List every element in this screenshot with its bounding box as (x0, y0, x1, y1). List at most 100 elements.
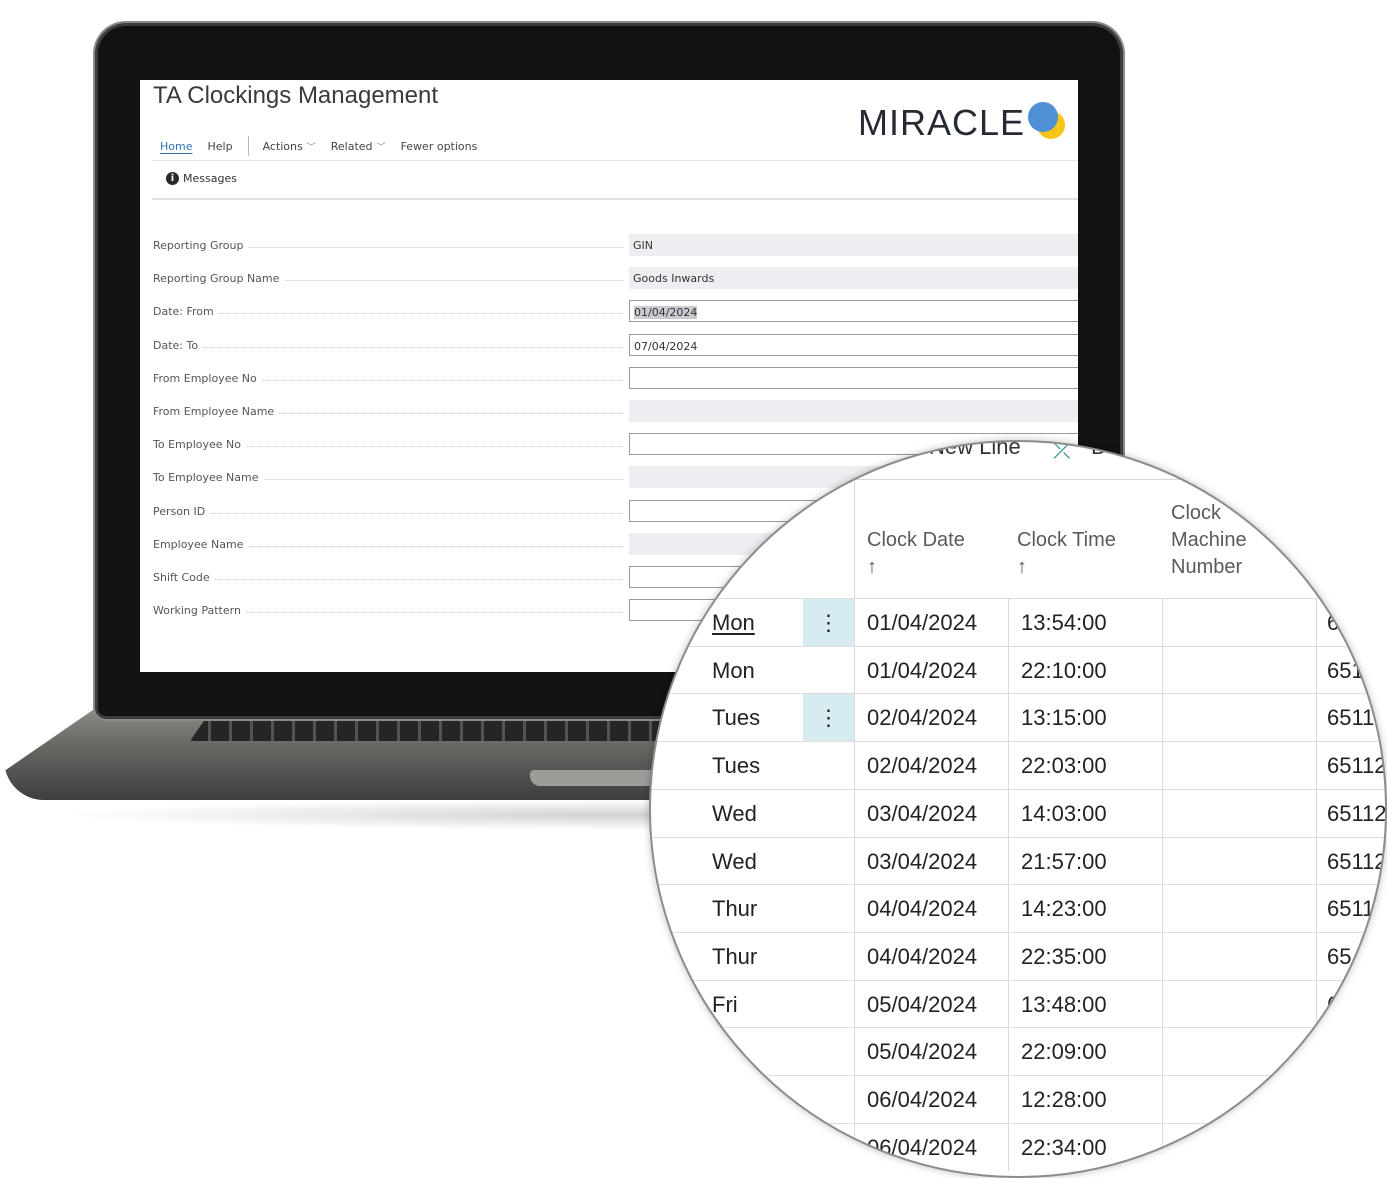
table-row[interactable]: Thur 04/04/2024 22:35:00 65 (651, 931, 1385, 981)
table-row[interactable]: Mon 01/04/2024 22:10:00 651 (651, 645, 1385, 695)
table-row[interactable]: Fri 05/04/2024 13:48:00 6 (651, 979, 1385, 1029)
field-label: To Employee Name (153, 471, 628, 485)
column-header-clock-machine-number[interactable]: Clock Machine Number (1162, 480, 1316, 598)
table-cell: 22:34:00 (1008, 1123, 1162, 1171)
field-label: Reporting Group (153, 239, 628, 252)
cell-time: 22:10:00 (1021, 657, 1107, 683)
cell-time: 14:03:00 (1021, 800, 1107, 826)
row-menu-cell[interactable]: ⋮ (803, 599, 854, 646)
field-value: 07/04/2024 (634, 339, 698, 353)
chevron-down-icon: ﹀ (306, 142, 316, 153)
row-menu-cell (803, 1124, 854, 1171)
table-cell (651, 1028, 803, 1075)
table-cell: 02/04/2024 (854, 742, 1008, 790)
tab-home[interactable]: Home (160, 140, 192, 153)
row-menu-cell (803, 1028, 854, 1075)
clock-machine-header-line2: Machine (1171, 529, 1247, 551)
table-cell (1162, 1076, 1316, 1123)
info-icon: i (166, 172, 179, 185)
table-cell (1162, 1123, 1316, 1171)
table-row[interactable]: Thur 04/04/2024 14:23:00 6511 (651, 884, 1385, 933)
sort-ascending-icon: ↑ (867, 556, 877, 578)
form-field-row: Reporting Group Name Goods Inwards (153, 265, 1078, 291)
cell-date: 05/04/2024 (867, 991, 978, 1017)
table-row[interactable]: Wed 03/04/2024 21:57:00 65112 (651, 836, 1385, 886)
row-menu-cell[interactable]: ⋮ (803, 694, 854, 742)
cell-employee: 65112 (1327, 753, 1387, 779)
clock-date-header-label: Clock Date (867, 529, 965, 551)
table-cell: Wed (651, 790, 803, 837)
field-label-text: Date: To (153, 338, 204, 352)
table-cell: 04/04/2024 (854, 885, 1008, 933)
field-label: Working Pattern (153, 604, 628, 618)
cell-time: 13:15:00 (1021, 705, 1107, 731)
table-row[interactable]: Mon ⋮ 01/04/2024 13:54:00 6 (651, 598, 1385, 647)
cell-day: Mon (712, 657, 755, 683)
table-row[interactable]: Wed 03/04/2024 14:03:00 65112 (651, 788, 1385, 838)
cell-day: Tues (712, 705, 761, 731)
related-menu[interactable]: Related ﹀ (331, 140, 386, 153)
table-cell: 12:28:00 (1008, 1076, 1162, 1123)
cell-date: 05/04/2024 (867, 1039, 978, 1065)
table-cell: Thur (651, 885, 803, 932)
cell-employee: 6 (1327, 991, 1340, 1017)
row-menu-cell (803, 1076, 854, 1123)
cell-date: 06/04/2024 (867, 1134, 978, 1160)
column-header-day[interactable]: y (651, 480, 803, 598)
table-cell: Fri (651, 981, 803, 1028)
column-header-clock-date[interactable]: Clock Date ↑ (854, 480, 1008, 598)
actions-menu[interactable]: Actions ﹀ (263, 140, 316, 153)
cell-date: 02/04/2024 (867, 705, 978, 731)
cell-time: 22:34:00 (1021, 1134, 1107, 1160)
field-label-text: Person ID (153, 504, 211, 518)
actions-menu-label: Actions (262, 139, 303, 153)
field-label-text: Reporting Group Name (153, 272, 285, 286)
cell-time: 22:09:00 (1021, 1039, 1107, 1065)
field-input[interactable]: 01/04/2024 (629, 300, 1078, 323)
delete-line-icon[interactable]: ⤫ (1053, 442, 1071, 464)
table-cell (1162, 1028, 1316, 1076)
field-input[interactable]: 07/04/2024 (629, 333, 1078, 356)
fewer-options-button[interactable]: Fewer options (401, 140, 478, 153)
row-menu-cell (803, 981, 854, 1028)
table-row[interactable]: Tues 02/04/2024 22:03:00 65112 (651, 741, 1387, 790)
cell-date: 04/04/2024 (867, 943, 978, 969)
cell-day[interactable]: Mon (712, 610, 755, 635)
table-cell: 06/04/2024 (854, 1123, 1008, 1171)
new-line-button[interactable]: New Line (929, 442, 1021, 460)
field-input: Goods Inwards (629, 267, 1078, 290)
field-input[interactable] (629, 366, 1078, 389)
table-row[interactable]: 05/04/2024 22:09:00 (651, 1027, 1385, 1076)
field-label: Shift Code (153, 571, 628, 584)
delete-line-label[interactable]: De (1091, 442, 1119, 460)
table-cell: 6 (1316, 599, 1385, 646)
column-header-clock-time[interactable]: Clock Time ↑ (1008, 480, 1162, 598)
row-menu-cell (803, 790, 854, 837)
tab-help[interactable]: Help (207, 140, 232, 153)
field-label-text: To Employee Name (153, 471, 264, 485)
clock-machine-header-line3: Number (1171, 556, 1243, 578)
cell-time: 12:28:00 (1021, 1087, 1107, 1112)
row-menu-cell (803, 742, 854, 789)
table-cell: 03/04/2024 (854, 789, 1008, 837)
table-cell (1316, 1028, 1385, 1076)
action-bar-divider (247, 136, 249, 156)
related-menu-label: Related (330, 139, 373, 153)
cell-date: 03/04/2024 (867, 848, 978, 874)
table-row[interactable]: Tues ⋮ 02/04/2024 13:15:00 6511 (651, 693, 1385, 742)
field-label: From Employee No (153, 371, 628, 385)
more-options-icon[interactable]: ⋮ (818, 610, 840, 635)
cell-date: 02/04/2024 (867, 753, 978, 779)
field-label: Reporting Group Name (153, 272, 628, 286)
more-options-icon[interactable]: ⋮ (818, 705, 840, 730)
cell-employee: 6 (1327, 610, 1340, 635)
messages-button[interactable]: i Messages (166, 172, 237, 185)
field-input (629, 400, 1078, 422)
clock-machine-header-line1: Clock (1171, 502, 1222, 524)
clock-time-header-label: Clock Time (1017, 529, 1116, 551)
cell-day: Wed (712, 848, 757, 874)
page-title: TA Clockings Management (153, 82, 439, 109)
table-row[interactable]: 06/04/2024 12:28:00 (651, 1075, 1385, 1124)
table-row[interactable]: 06/04/2024 22:34:00 (651, 1122, 1385, 1172)
cell-time: 13:54:00 (1021, 610, 1107, 635)
